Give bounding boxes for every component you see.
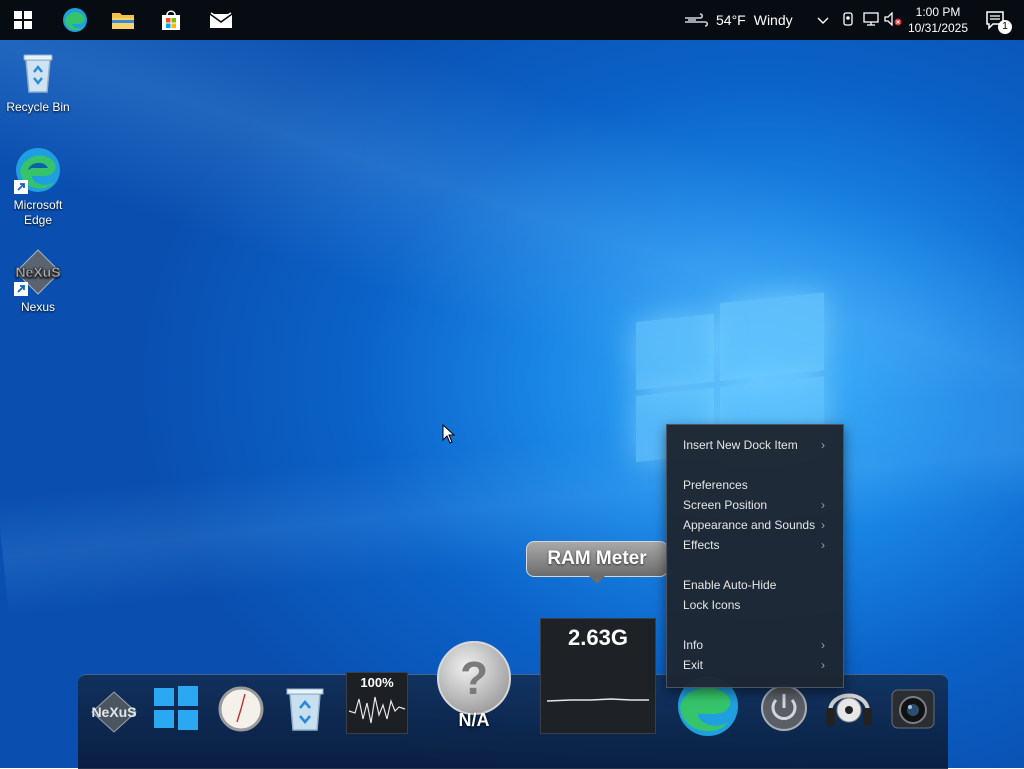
menu-item-info[interactable]: Info ›	[683, 635, 833, 655]
wind-icon	[685, 13, 709, 27]
taskbar: 54°F Windy 1:00 PM 10/31/2025 1	[0, 0, 1024, 40]
weather-widget[interactable]: 54°F Windy	[684, 0, 793, 40]
svg-text:NeXuS: NeXuS	[15, 264, 60, 280]
system-tray	[814, 0, 904, 40]
desktop-icon-label: Microsoft Edge	[13, 198, 63, 227]
headphones-icon	[826, 693, 872, 726]
edge-icon	[63, 8, 87, 32]
dock-item-ram-meter[interactable]: 2.63G	[540, 618, 656, 734]
shortcut-arrow-icon	[14, 180, 28, 194]
notification-count-badge: 1	[998, 20, 1012, 34]
dock-item-media-player[interactable]	[824, 684, 874, 737]
menu-item-label: Exit	[683, 658, 704, 672]
desktop-icon-nexus[interactable]: NeXuS Nexus	[0, 248, 76, 315]
menu-item-enable-auto-hide[interactable]: Enable Auto-Hide	[683, 575, 833, 595]
dock-item-cpu-meter[interactable]: 100%	[346, 672, 408, 734]
weather-temperature: 54°F	[716, 12, 746, 28]
windows-logo-icon	[154, 686, 198, 730]
menu-item-label: Effects	[683, 538, 720, 552]
dock-item-power[interactable]	[760, 684, 808, 737]
submenu-arrow-icon: ›	[821, 518, 825, 532]
menu-item-label: Insert New Dock Item	[683, 438, 798, 452]
dock-item-clock[interactable]	[218, 686, 264, 737]
dock-item-recycle-bin[interactable]	[284, 686, 326, 737]
taskbar-clock[interactable]: 1:00 PM 10/31/2025	[906, 4, 970, 36]
submenu-arrow-icon: ›	[821, 538, 825, 552]
clock-time: 1:00 PM	[915, 5, 961, 19]
menu-item-effects[interactable]: Effects ›	[683, 535, 833, 555]
ram-meter-tooltip: RAM Meter	[526, 541, 668, 584]
dock-item-camera[interactable]	[890, 686, 936, 737]
volume-muted-icon[interactable]	[882, 10, 904, 29]
meet-now-icon[interactable]	[838, 11, 860, 29]
show-hidden-icons-chevron-icon[interactable]	[814, 12, 832, 28]
camera-icon	[891, 689, 935, 729]
edge-icon	[14, 146, 62, 194]
store-bag-icon	[162, 10, 180, 30]
recycle-bin-icon	[14, 48, 62, 96]
submenu-arrow-icon: ›	[821, 438, 825, 452]
power-icon	[761, 685, 807, 731]
clock-date: 10/31/2025	[907, 21, 969, 35]
ram-meter-value: 2.63G	[568, 625, 628, 650]
wallpaper-light-beam	[0, 382, 1024, 618]
menu-item-label: Lock Icons	[683, 598, 741, 612]
menu-item-preferences[interactable]: Preferences	[683, 475, 833, 495]
menu-item-label: Enable Auto-Hide	[683, 578, 777, 592]
action-center-button[interactable]: 1	[974, 0, 1018, 40]
taskbar-store-button[interactable]	[148, 0, 194, 40]
windows-start-icon	[14, 11, 32, 29]
menu-item-appearance-and-sounds[interactable]: Appearance and Sounds ›	[683, 515, 833, 535]
cpu-graph-icon	[348, 696, 406, 724]
nexus-logo-icon: NeXuS	[14, 248, 62, 296]
submenu-arrow-icon: ›	[821, 658, 825, 672]
unknown-item-label: N/A	[458, 710, 490, 730]
desktop-icon-label: Nexus	[20, 300, 55, 314]
taskbar-mail-button[interactable]	[198, 0, 244, 40]
mouse-cursor-icon	[442, 424, 456, 444]
dock-context-menu: Insert New Dock Item › Preferences Scree…	[666, 424, 844, 688]
menu-item-screen-position[interactable]: Screen Position ›	[683, 495, 833, 515]
desktop-icon-label: Recycle Bin	[6, 100, 70, 114]
weather-condition: Windy	[753, 12, 793, 28]
recycle-bin-icon	[286, 688, 324, 731]
menu-item-lock-icons[interactable]: Lock Icons	[683, 595, 833, 615]
network-icon[interactable]	[860, 11, 882, 29]
dock-item-windows[interactable]	[152, 684, 200, 737]
question-mark-icon: ?	[437, 641, 511, 715]
cpu-meter-value: 100%	[360, 675, 394, 690]
submenu-arrow-icon: ›	[821, 638, 825, 652]
desktop-icon-microsoft-edge[interactable]: Microsoft Edge	[0, 146, 76, 228]
shortcut-arrow-icon	[14, 282, 28, 296]
taskbar-edge-button[interactable]	[52, 0, 98, 40]
clock-icon	[218, 686, 264, 732]
menu-item-label: Appearance and Sounds	[683, 518, 816, 532]
mail-icon	[209, 12, 233, 28]
start-button[interactable]	[0, 0, 46, 40]
desktop-icon-recycle-bin[interactable]: Recycle Bin	[0, 48, 76, 115]
taskbar-file-explorer-button[interactable]	[100, 0, 146, 40]
menu-item-label: Info	[683, 638, 704, 652]
nexus-logo-icon: NeXuS	[91, 691, 137, 733]
menu-item-exit[interactable]: Exit ›	[683, 655, 833, 675]
svg-text:?: ?	[460, 652, 488, 704]
submenu-arrow-icon: ›	[821, 498, 825, 512]
svg-text:NeXuS: NeXuS	[91, 704, 136, 720]
menu-item-insert-new-dock-item[interactable]: Insert New Dock Item ›	[683, 435, 833, 455]
dock-item-nexus[interactable]: NeXuS	[88, 686, 140, 743]
menu-item-label: Preferences	[683, 478, 748, 492]
folder-icon	[112, 13, 134, 29]
ram-graph-icon	[546, 698, 649, 702]
menu-item-label: Screen Position	[683, 498, 768, 512]
